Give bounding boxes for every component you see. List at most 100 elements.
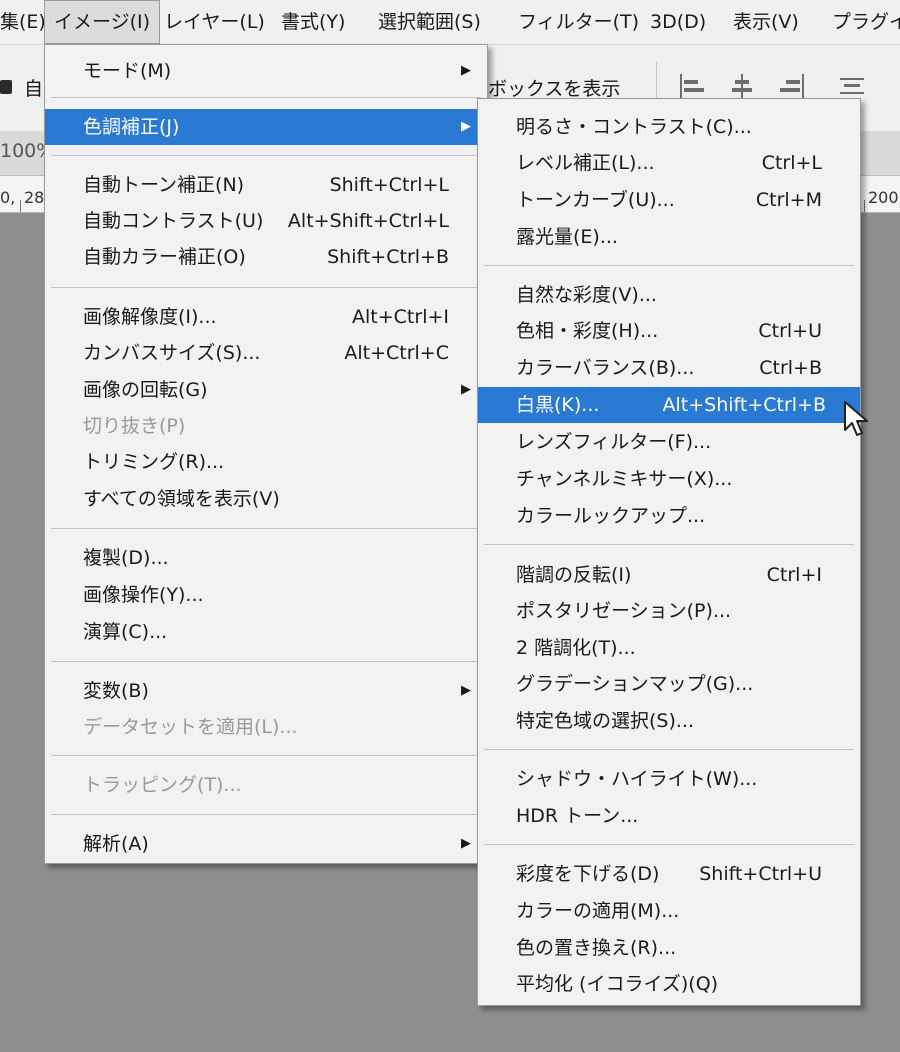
menu-item-auto-contrast[interactable]: 自動コントラスト(U) Alt+Shift+Ctrl+L (45, 203, 487, 239)
menu-item-threshold[interactable]: 2 階調化(T)... (478, 630, 860, 666)
menu-item-levels[interactable]: レベル補正(L)... Ctrl+L (478, 145, 860, 181)
menu-item-auto-tone[interactable]: 自動トーン補正(N) Shift+Ctrl+L (45, 167, 487, 203)
menu-item-label: 複製(D)... (83, 547, 169, 569)
menu-item-analysis[interactable]: 解析(A) ▶ (45, 826, 487, 862)
menu-edit[interactable]: 集(E) (0, 0, 46, 44)
menu-item-replace-color[interactable]: 色の置き換え(R)... (478, 930, 860, 966)
menu-item-label: 色の置き換え(R)... (516, 937, 677, 959)
menu-item-label: チャンネルミキサー(X)... (516, 468, 733, 490)
menu-item-image-size[interactable]: 画像解像度(I)... Alt+Ctrl+I (45, 299, 487, 335)
auto-select-label: 自 (24, 78, 44, 100)
menu-item-label: 解析(A) (83, 833, 149, 855)
menu-item-hue-saturation[interactable]: 色相・彩度(H)... Ctrl+U (478, 313, 860, 349)
ruler-tick (20, 200, 21, 212)
menu-item-adjustments[interactable]: 色調補正(J) ▶ (45, 109, 487, 145)
menu-item-label: シャドウ・ハイライト(W)... (516, 768, 758, 790)
menu-item-label: カラーバランス(B)... (516, 357, 695, 379)
show-transform-controls-label[interactable]: ボックスを表示 (488, 74, 620, 101)
menu-item-label: レベル補正(L)... (516, 152, 655, 174)
menu-item-mode[interactable]: モード(M) ▶ (45, 53, 487, 89)
menu-item-black-white[interactable]: 白黒(K)... Alt+Shift+Ctrl+B (478, 387, 860, 423)
menu-item-label: 自然な彩度(V)... (516, 284, 657, 306)
menu-item-label: 白黒(K)... (516, 394, 600, 416)
auto-select-checkbox[interactable] (0, 80, 12, 94)
menu-item-gradient-map[interactable]: グラデーションマップ(G)... (478, 666, 860, 702)
menu-item-shortcut: Alt+Ctrl+I (352, 306, 449, 328)
menu-item-brightness-contrast[interactable]: 明るさ・コントラスト(C)... (478, 109, 860, 145)
menu-filter[interactable]: フィルター(T) (518, 0, 639, 44)
menu-item-label: 階調の反転(I) (516, 564, 632, 586)
menu-image[interactable]: イメージ(I) (44, 0, 161, 44)
menu-item-shortcut: Ctrl+M (755, 189, 822, 211)
align-right-icon[interactable] (780, 74, 804, 98)
menu-item-label: 演算(C)... (83, 621, 168, 643)
menu-item-exposure[interactable]: 露光量(E)... (478, 219, 860, 255)
menu-separator (51, 814, 481, 815)
menu-item-label: 平均化 (イコライズ)(Q) (516, 973, 719, 995)
menu-item-vibrance[interactable]: 自然な彩度(V)... (478, 277, 860, 313)
menu-item-invert[interactable]: 階調の反転(I) Ctrl+I (478, 557, 860, 593)
menu-item-duplicate[interactable]: 複製(D)... (45, 540, 487, 576)
menu-item-label: カラールックアップ... (516, 505, 706, 527)
menu-item-reveal-all[interactable]: すべての領域を表示(V) (45, 481, 487, 517)
ruler-label: 200 (868, 188, 899, 207)
menu-separator (51, 528, 481, 529)
submenu-arrow-icon: ▶ (461, 382, 471, 397)
image-menu: モード(M) ▶ 色調補正(J) ▶ 自動トーン補正(N) Shift+Ctrl… (44, 44, 488, 864)
menu-item-shortcut: Ctrl+I (766, 564, 822, 586)
menu-item-hdr-toning[interactable]: HDR トーン... (478, 798, 860, 834)
menu-item-apply-data-set: データセットを適用(L)... (45, 709, 487, 745)
menu-item-shortcut: Ctrl+U (758, 320, 822, 342)
submenu-arrow-icon: ▶ (461, 836, 471, 851)
menu-item-photo-filter[interactable]: レンズフィルター(F)... (478, 424, 860, 460)
menu-item-label: 自動トーン補正(N) (83, 174, 245, 196)
menu-item-image-rotation[interactable]: 画像の回転(G) ▶ (45, 372, 487, 408)
menu-plugins[interactable]: プラグイ (832, 0, 900, 44)
menu-item-variables[interactable]: 変数(B) ▶ (45, 673, 487, 709)
align-top-icon[interactable] (840, 74, 864, 98)
menu-separator (51, 97, 481, 98)
menu-item-equalize[interactable]: 平均化 (イコライズ)(Q) (478, 966, 860, 1002)
menu-item-auto-color[interactable]: 自動カラー補正(O) Shift+Ctrl+B (45, 239, 487, 275)
menu-separator (484, 749, 854, 750)
menu-item-shadows-highlights[interactable]: シャドウ・ハイライト(W)... (478, 761, 860, 797)
menu-item-color-lookup[interactable]: カラールックアップ... (478, 498, 860, 534)
menu-item-curves[interactable]: トーンカーブ(U)... Ctrl+M (478, 182, 860, 218)
adjustments-submenu: 明るさ・コントラスト(C)... レベル補正(L)... Ctrl+L トーンカ… (477, 98, 861, 1006)
menu-item-shortcut: Alt+Ctrl+C (344, 342, 449, 364)
menu-item-desaturate[interactable]: 彩度を下げる(D) Shift+Ctrl+U (478, 856, 860, 892)
menu-item-label: 露光量(E)... (516, 226, 618, 248)
menu-item-shortcut: Alt+Shift+Ctrl+B (662, 394, 826, 416)
menu-item-apply-image[interactable]: 画像操作(Y)... (45, 577, 487, 613)
menu-item-match-color[interactable]: カラーの適用(M)... (478, 893, 860, 929)
menu-3d[interactable]: 3D(D) (650, 0, 706, 44)
menu-item-trim[interactable]: トリミング(R)... (45, 444, 487, 480)
menu-item-label: 色調補正(J) (83, 116, 180, 138)
align-left-icon[interactable] (680, 74, 704, 98)
menu-item-posterize[interactable]: ポスタリゼーション(P)... (478, 593, 860, 629)
menu-item-selective-color[interactable]: 特定色域の選択(S)... (478, 703, 860, 739)
mouse-pointer-icon (844, 401, 868, 436)
menu-layer[interactable]: レイヤー(L) (164, 0, 265, 44)
align-center-icon[interactable] (730, 74, 754, 98)
menu-item-label: カラーの適用(M)... (516, 900, 680, 922)
menu-item-label: トリミング(R)... (83, 451, 225, 473)
menu-select[interactable]: 選択範囲(S) (378, 0, 481, 44)
menu-item-color-balance[interactable]: カラーバランス(B)... Ctrl+B (478, 350, 860, 386)
ruler-tick (864, 200, 865, 212)
menu-separator (51, 155, 481, 156)
menu-item-channel-mixer[interactable]: チャンネルミキサー(X)... (478, 461, 860, 497)
menu-item-label: 自動コントラスト(U) (83, 210, 264, 232)
menu-type[interactable]: 書式(Y) (281, 0, 345, 44)
menu-item-label: 画像解像度(I)... (83, 306, 217, 328)
menu-item-label: モード(M) (83, 60, 172, 82)
ruler-label: 28 (24, 188, 45, 207)
submenu-arrow-icon: ▶ (461, 63, 471, 78)
menu-item-label: グラデーションマップ(G)... (516, 673, 754, 695)
menu-item-calculations[interactable]: 演算(C)... (45, 614, 487, 650)
menu-item-shortcut: Shift+Ctrl+L (329, 174, 449, 196)
menu-item-label: 切り抜き(P) (83, 415, 186, 437)
menu-item-label: 画像の回転(G) (83, 379, 208, 401)
menu-item-canvas-size[interactable]: カンバスサイズ(S)... Alt+Ctrl+C (45, 335, 487, 371)
menu-view[interactable]: 表示(V) (733, 0, 799, 44)
